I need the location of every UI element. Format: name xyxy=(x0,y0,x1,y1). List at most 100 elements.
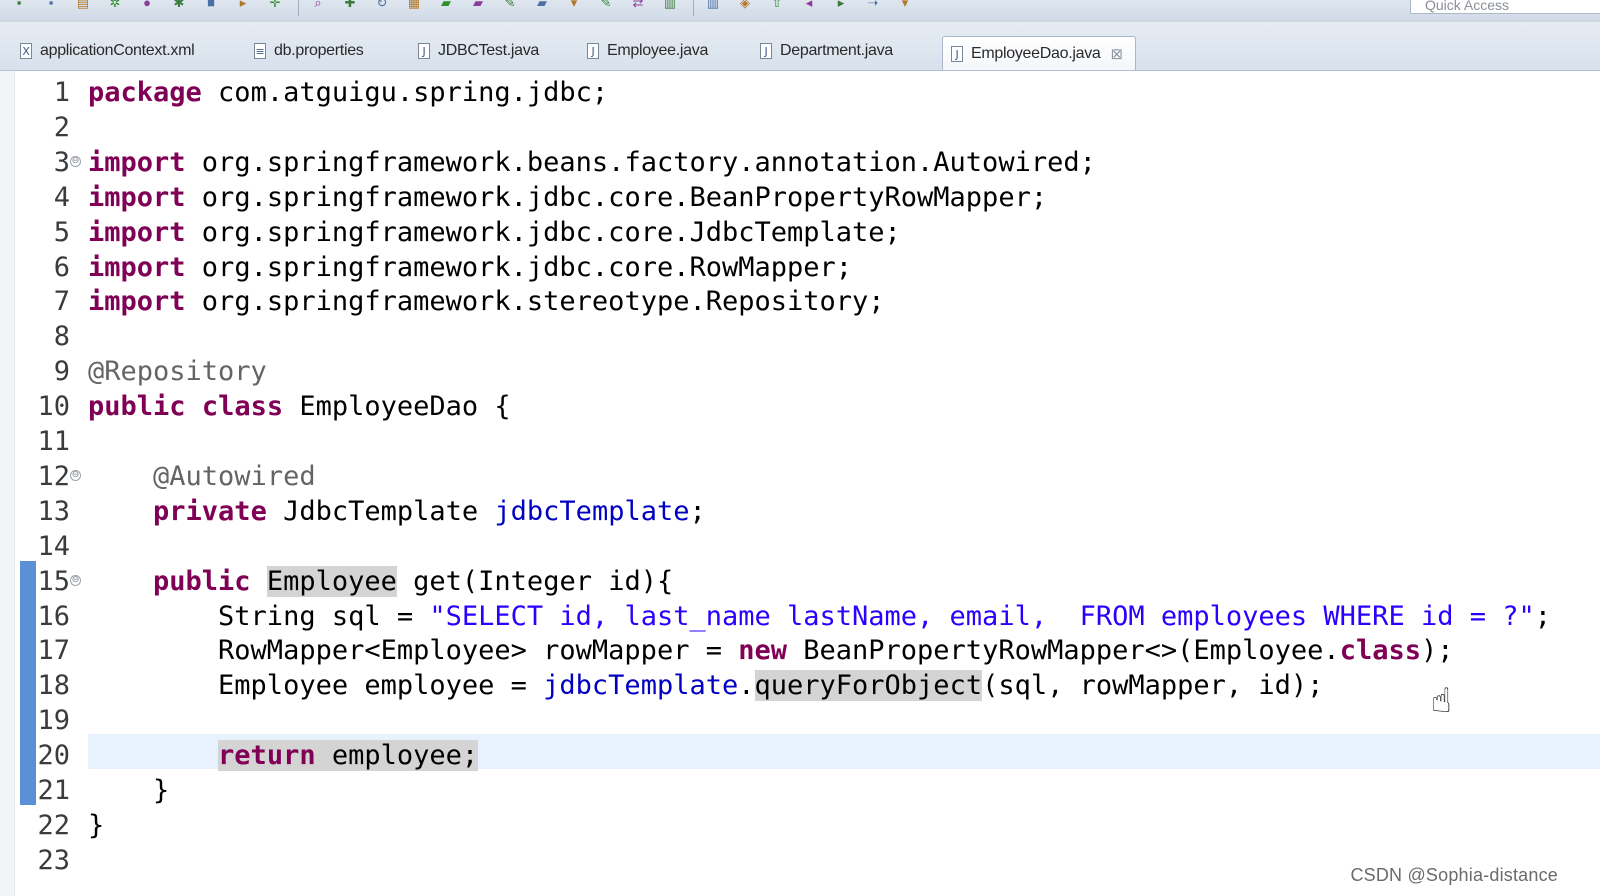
save-all-icon[interactable]: ▪ xyxy=(40,0,62,14)
code-line: 17 RowMapper<Employee> rowMapper = new B… xyxy=(0,633,1600,668)
code-text: import org.springframework.stereotype.Re… xyxy=(88,284,885,319)
line-number: 2 xyxy=(53,111,70,143)
line-number: 13 xyxy=(37,495,70,527)
code-token: String sql = xyxy=(88,600,430,632)
line-number: 15 xyxy=(37,565,70,597)
code-token: import xyxy=(88,251,186,283)
fold-toggle-icon[interactable]: ⊖ xyxy=(70,574,81,586)
code-line: 18 Employee employee = jdbcTemplate.quer… xyxy=(0,668,1600,703)
code-line: 5 import org.springframework.jdbc.core.Jd… xyxy=(0,215,1600,250)
build-icon[interactable]: ✚ xyxy=(339,0,361,14)
code-token: class xyxy=(1339,635,1421,667)
next-annotation-icon[interactable]: ▾ xyxy=(563,0,585,14)
tab-employeedao-java[interactable]: J EmployeeDao.java ⊠ xyxy=(942,36,1136,70)
new-icon[interactable]: ✛ xyxy=(264,0,286,14)
code-line: 10 public class EmployeeDao { xyxy=(0,389,1600,424)
forward-icon[interactable]: ▸ xyxy=(830,0,852,14)
open-folder-icon[interactable]: ▰ xyxy=(435,0,457,14)
open-icon[interactable]: ▰ xyxy=(531,0,553,14)
code-line: 19 xyxy=(0,703,1600,738)
up-icon[interactable]: ⇧ xyxy=(766,0,788,14)
print-icon[interactable]: ▤ xyxy=(72,0,94,14)
code-text: package com.atguigu.spring.jdbc; xyxy=(88,75,608,110)
code-token: org.springframework.stereotype.Repositor… xyxy=(185,286,885,318)
code-token: import xyxy=(88,181,186,213)
code-token: jdbcTemplate xyxy=(543,670,739,702)
nav-icon[interactable]: ➝ xyxy=(862,0,884,14)
fold-toggle-icon[interactable]: ⊖ xyxy=(70,469,81,481)
tab-label: applicationContext.xml xyxy=(40,42,195,59)
run-last-icon[interactable]: ▸ xyxy=(232,0,254,14)
refresh-icon[interactable]: ↻ xyxy=(371,0,393,14)
code-token: public xyxy=(88,391,186,423)
menu-icon[interactable]: ▾ xyxy=(894,0,916,14)
code-text: public Employee get(Integer id){ xyxy=(88,564,673,599)
tab-jdbctest-java[interactable]: J JDBCTest.java xyxy=(418,34,539,68)
code-token: private xyxy=(153,495,267,527)
columns-icon[interactable]: ▥ xyxy=(702,0,724,14)
code-token: } xyxy=(88,775,170,806)
code-line: 15 ⊖ public Employee get(Integer id){ xyxy=(0,564,1600,599)
search-icon[interactable]: ⌕ xyxy=(307,0,329,14)
fold-toggle-icon[interactable]: ⊖ xyxy=(70,155,81,167)
code-token: org.springframework.jdbc.core.JdbcTempla… xyxy=(185,216,901,248)
code-token: public xyxy=(153,565,251,597)
highlight-icon[interactable]: ✎ xyxy=(595,0,617,14)
code-token: Employee xyxy=(266,565,397,597)
code-token: EmployeeDao { xyxy=(283,391,511,423)
code-line: 9 @Repository xyxy=(0,354,1600,389)
code-text: import org.springframework.beans.factory… xyxy=(88,145,1096,180)
toggle-icon[interactable]: ⇄ xyxy=(627,0,649,14)
code-line: 22} xyxy=(0,808,1600,843)
code-token: @Repository xyxy=(88,356,267,388)
code-token: new xyxy=(738,635,787,667)
code-text: import org.springframework.jdbc.core.Row… xyxy=(88,250,852,285)
save-icon[interactable]: ▪ xyxy=(8,0,30,14)
line-number: 3 xyxy=(53,146,70,178)
code-text: private JdbcTemplate jdbcTemplate; xyxy=(88,494,706,529)
code-text: public class EmployeeDao { xyxy=(88,389,511,424)
code-text: @Autowired xyxy=(88,459,316,494)
tab-applicationcontext-xml[interactable]: XapplicationContext.xml xyxy=(20,34,195,68)
open-type-icon[interactable]: ▦ xyxy=(403,0,425,14)
toolbar-icon-strip: ▪ ▪ ▤ ✲ ● ✱ ■ ▸ ✛ ⌕ ✚ ↻ ▦ ▰ ▰ ✎ ▰ ▾ ✎ ⇄ ▥ ▥ ◈ ⇧ ◂ ▸ ➝ ▾ xyxy=(8,0,926,22)
line-number: 5 xyxy=(53,216,70,248)
toolbar-separator xyxy=(298,0,299,16)
quick-access-input[interactable]: Quick Access xyxy=(1410,0,1600,14)
tag-icon[interactable]: ◈ xyxy=(734,0,756,14)
code-token: org.springframework.beans.factory.annota… xyxy=(185,146,1096,178)
code-text: Employee employee = jdbcTemplate.queryFo… xyxy=(88,668,1323,703)
tab-db-properties[interactable]: ≡ db.properties xyxy=(254,34,364,68)
tab-employee-java[interactable]: J Employee.java xyxy=(587,34,708,68)
code-token: import xyxy=(88,286,186,318)
code-line: 2 xyxy=(0,110,1600,145)
back-icon[interactable]: ◂ xyxy=(798,0,820,14)
open-file-icon[interactable]: ▰ xyxy=(467,0,489,14)
line-number: 19 xyxy=(37,705,70,737)
code-line: 12 ⊖ @Autowired xyxy=(0,459,1600,494)
line-number: 18 xyxy=(37,670,70,702)
code-token: @Autowired xyxy=(153,460,316,492)
layout-icon[interactable]: ▥ xyxy=(659,0,681,14)
code-text: import org.springframework.jdbc.core.Bea… xyxy=(88,180,1047,215)
code-token: import xyxy=(88,146,186,178)
tab-department-java[interactable]: J Department.java xyxy=(760,34,893,68)
close-tab-icon[interactable]: ⊠ xyxy=(1111,45,1124,63)
properties-file-icon: ≡ xyxy=(254,43,266,59)
code-editor[interactable]: 1 package com.atguigu.spring.jdbc; 2 3 ⊖ impo… xyxy=(0,71,1600,896)
code-token: BeanPropertyRowMapper<>(Employee. xyxy=(787,635,1340,667)
pin-icon[interactable]: ✎ xyxy=(499,0,521,14)
run-icon[interactable]: ● xyxy=(136,0,158,14)
code-token: "SELECT id, last_name lastName, email, F… xyxy=(429,600,1535,632)
line-number: 10 xyxy=(37,391,70,423)
line-number: 7 xyxy=(53,286,70,318)
run-external-icon[interactable]: ✱ xyxy=(168,0,190,14)
code-text: return employee; xyxy=(88,738,479,773)
debug-icon[interactable]: ✲ xyxy=(104,0,126,14)
toolbar-separator xyxy=(693,0,694,16)
stop-icon[interactable]: ■ xyxy=(200,0,222,14)
